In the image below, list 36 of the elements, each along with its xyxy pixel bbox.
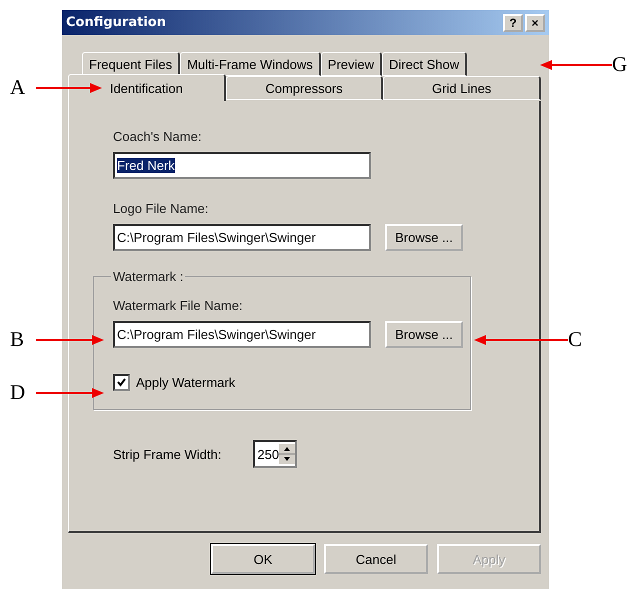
callout-letter: G bbox=[612, 52, 628, 77]
input-field[interactable]: C:\Program Files\Swinger\Swinger bbox=[113, 224, 371, 251]
tab[interactable]: Identification bbox=[68, 74, 226, 101]
close-button[interactable]: × bbox=[525, 14, 545, 32]
spin-field[interactable]: 250 bbox=[253, 440, 298, 468]
field-label: Logo File Name: bbox=[113, 201, 210, 216]
callout-letter: A bbox=[10, 75, 26, 100]
spin-arrows-icon[interactable] bbox=[279, 444, 296, 464]
annotation-arrow bbox=[36, 335, 104, 345]
field-label: Coach's Name: bbox=[113, 129, 202, 144]
dialog-button[interactable]: OK bbox=[211, 544, 315, 574]
browse-button[interactable]: Browse ... bbox=[385, 224, 463, 251]
tab[interactable]: Frequent Files bbox=[82, 52, 180, 76]
browse-button[interactable]: Browse ... bbox=[385, 321, 463, 348]
tab[interactable]: Multi-Frame Windows bbox=[180, 52, 321, 76]
tab[interactable]: Grid Lines bbox=[383, 76, 542, 100]
field-label: Strip Frame Width: bbox=[113, 446, 222, 462]
field-label: Watermark File Name: bbox=[113, 298, 244, 313]
annotation-arrow bbox=[36, 83, 102, 93]
dialog-button[interactable]: Cancel bbox=[324, 544, 428, 574]
tab[interactable]: Direct Show bbox=[382, 52, 468, 76]
callout-letter: B bbox=[10, 327, 24, 352]
callout-letter: C bbox=[568, 327, 582, 352]
annotation-arrow bbox=[36, 388, 104, 398]
checkbox[interactable] bbox=[113, 374, 130, 391]
group-title: Watermark : bbox=[112, 269, 184, 284]
check-icon bbox=[117, 378, 126, 387]
tab[interactable]: Preview bbox=[320, 52, 382, 76]
checkbox-label: Apply Watermark bbox=[136, 375, 236, 390]
callout-letter: D bbox=[10, 380, 26, 405]
tab[interactable]: Compressors bbox=[226, 76, 384, 100]
annotation-arrow bbox=[540, 60, 612, 70]
window-title: Configuration bbox=[66, 15, 166, 30]
input-field[interactable]: C:\Program Files\Swinger\Swinger bbox=[113, 321, 371, 348]
input-field[interactable]: Fred Nerk bbox=[113, 152, 371, 179]
help-button[interactable]: ? bbox=[503, 14, 523, 32]
